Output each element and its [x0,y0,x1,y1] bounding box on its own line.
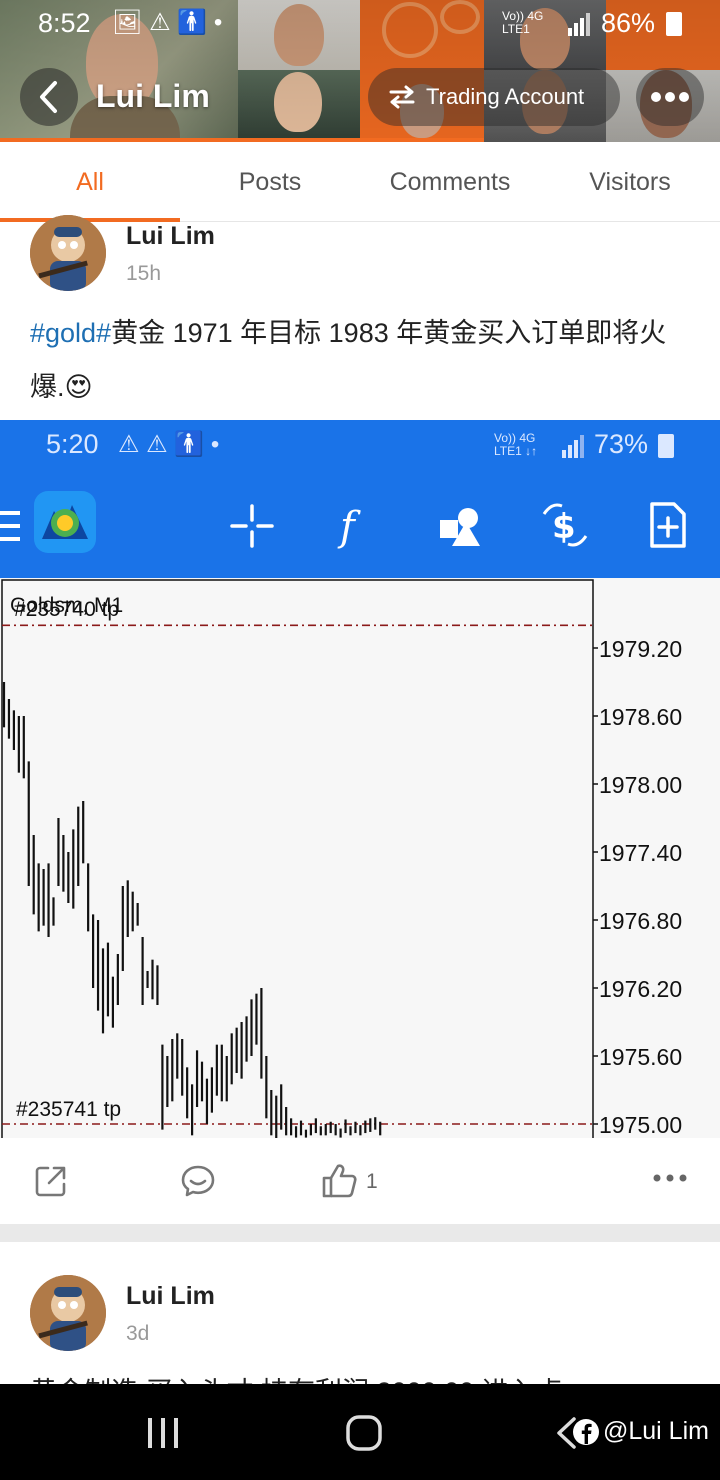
post-separator [0,1224,720,1242]
chart-plot-frame [1,579,594,1138]
y-axis-tick-label: 1976.80 [599,908,682,934]
facebook-icon [573,1419,599,1445]
crosshair-icon[interactable] [230,504,274,548]
trading-account-label: Trading Account [426,84,585,109]
indicator-f-icon[interactable]: f [336,500,376,550]
avatar-cartoon-image [30,215,106,291]
tab-visitors[interactable]: Visitors [540,142,720,222]
watermark-text: @Lui Lim [603,1417,709,1445]
y-axis-tick-label: 1975.60 [599,1044,682,1070]
status-icons: 🖼 ⚠ 🚹 • [112,9,223,36]
post-action-bar: 1 [0,1138,720,1224]
profile-tabs: All Posts Comments Visitors [0,142,720,222]
post-time: 3d [126,1322,150,1345]
heart-eyes-emoji: 😍 [64,372,93,402]
home-icon[interactable] [345,1414,383,1452]
network-indicator: Vo)) 4G LTE1 [502,9,544,36]
status-time: 8:52 [38,8,91,38]
comment-icon[interactable] [180,1164,216,1198]
embedded-status-bar: 5:20 ⚠ ⚠ 🚹 • Vo)) 4G LTE1 ↓↑ 73% [0,420,720,476]
chevron-left-icon [40,81,57,113]
avatar[interactable] [30,1275,106,1351]
y-axis-tick-label: 1976.20 [599,976,682,1002]
post-time: 15h [126,262,162,285]
swap-arrows-icon [389,85,415,109]
battery-percent: 86% [601,8,656,38]
like-thumb-icon[interactable] [320,1162,358,1200]
post-text: 黄金 1971 年目标 1983 年黄金买入订单即将火爆. [30,318,667,402]
profile-name: Lui Lim [96,78,210,114]
avatar-cartoon-image [30,1275,106,1351]
more-options-button[interactable] [636,68,704,126]
chart-canvas: 1979.20 1978.60 1978.00 1977.40 1976.80 1976.… [1,579,682,1138]
post-author[interactable]: Lui Lim [126,222,215,251]
post-image[interactable]: 5:20 ⚠ ⚠ 🚹 • Vo)) 4G LTE1 ↓↑ 73% f $ 197… [0,420,720,1138]
hashtag-link[interactable]: #gold# [30,318,111,348]
like-count: 1 [366,1170,378,1193]
metatrader-logo [34,491,96,553]
more-dots-icon [651,92,689,102]
y-axis-tick-label: 1977.40 [599,840,682,866]
y-axis-tick-label: 1975.00 [599,1112,682,1138]
svg-text:f: f [337,504,361,550]
new-order-icon[interactable] [648,500,688,550]
embedded-signal-icon [560,434,584,463]
trade-dollar-icon[interactable]: $ [538,498,592,552]
tab-comments[interactable]: Comments [360,142,540,222]
metatrader-toolbar: f $ [0,476,720,578]
price-chart[interactable]: 1979.20 1978.60 1978.00 1977.40 1976.80 1976.… [0,578,720,1138]
y-axis-tick-label: 1978.60 [599,704,682,730]
embedded-status-icons: ⚠ ⚠ 🚹 • [118,431,220,458]
y-axis-tick-label: 1979.20 [599,636,682,662]
embedded-battery-icon [658,434,674,458]
post-author[interactable]: Lui Lim [126,1282,215,1311]
battery-icon [666,12,682,36]
menu-icon[interactable] [0,509,22,545]
embedded-network-indicator: Vo)) 4G LTE1 ↓↑ [494,431,538,458]
embedded-battery-percent: 73% [594,429,649,459]
order-bottom-label: #235741 tp [16,1098,121,1121]
y-axis-tick-label: 1978.00 [599,772,682,798]
system-navigation-bar: @Lui Lim [0,1384,720,1480]
recent-apps-icon[interactable] [146,1416,180,1450]
embedded-status-time: 5:20 [46,429,99,459]
tab-posts[interactable]: Posts [180,142,360,222]
order-top-label: #235740 tp [14,598,119,621]
post-body: #gold#黄金 1971 年目标 1983 年黄金买入订单即将火爆.😍 [30,306,690,414]
tab-all[interactable]: All [0,142,180,222]
avatar[interactable] [30,215,106,291]
back-button[interactable] [20,68,78,126]
signal-icon [566,12,590,36]
trading-account-button[interactable]: Trading Account [368,68,620,126]
objects-icon[interactable] [438,504,482,548]
profile-header: 8:52 🖼 ⚠ 🚹 • Vo)) 4G LTE1 86% Lui Lim Tr… [0,0,720,142]
post-more-icon[interactable] [652,1172,688,1184]
svg-text:$: $ [552,507,576,547]
share-icon[interactable] [34,1164,68,1198]
